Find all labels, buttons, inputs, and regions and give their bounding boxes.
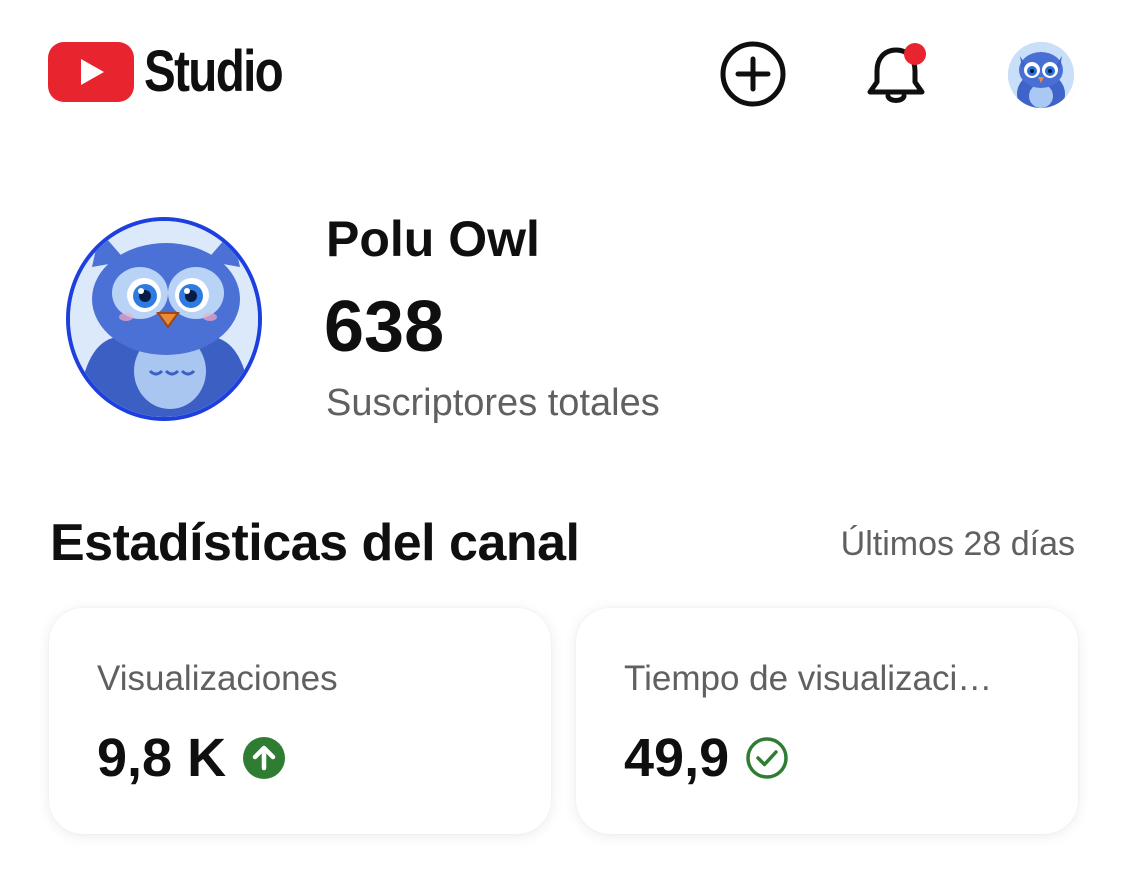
owl-avatar-icon <box>70 221 258 417</box>
watch-time-card[interactable]: Tiempo de visualizaci… 49,9 <box>576 608 1078 834</box>
studio-dashboard: Studio Polu Owl 638 Suscriptores totales… <box>0 0 1125 896</box>
views-value-row: 9,8 K <box>97 726 286 790</box>
create-button[interactable] <box>719 40 787 108</box>
arrow-up-circle-icon <box>243 737 286 779</box>
stats-period: Últimos 28 días <box>840 525 1075 563</box>
channel-avatar[interactable] <box>66 217 262 421</box>
bell-icon <box>867 43 926 103</box>
notification-dot <box>904 43 926 65</box>
views-card[interactable]: Visualizaciones 9,8 K <box>49 608 551 834</box>
notifications-button[interactable] <box>862 40 932 108</box>
youtube-play-icon <box>48 42 134 102</box>
subscriber-count: 638 <box>324 287 445 367</box>
app-header: Studio <box>0 0 1125 150</box>
views-value: 9,8 K <box>97 728 227 788</box>
add-circle-icon <box>720 41 786 107</box>
youtube-studio-logo[interactable]: Studio <box>48 42 312 102</box>
account-avatar[interactable] <box>1008 42 1074 108</box>
subscriber-label: Suscriptores totales <box>326 382 660 424</box>
watch-time-label: Tiempo de visualizaci… <box>624 659 993 698</box>
channel-stats-title: Estadísticas del canal <box>50 514 580 572</box>
watch-time-value: 49,9 <box>624 728 730 788</box>
channel-name: Polu Owl <box>326 211 540 267</box>
check-circle-icon <box>746 737 788 779</box>
watch-time-value-row: 49,9 <box>624 726 789 790</box>
owl-avatar-icon <box>1008 42 1074 108</box>
brand-text: Studio <box>144 39 284 104</box>
views-label: Visualizaciones <box>97 659 338 698</box>
